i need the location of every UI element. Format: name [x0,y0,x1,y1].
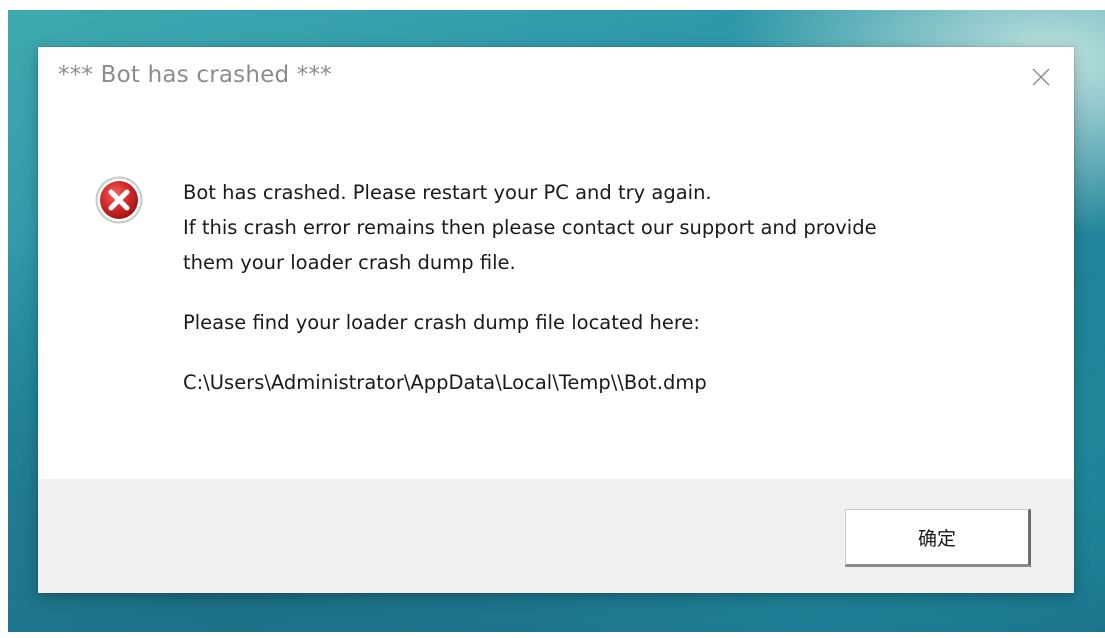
screen: *** Bot has crashed *** Bot has crashed.… [0,0,1105,638]
message-line: If this crash error remains then please … [183,216,877,239]
close-button[interactable] [1018,57,1064,97]
dialog-title: *** Bot has crashed *** [58,62,332,88]
dialog-footer: 确定 [38,479,1074,593]
error-message: Bot has crashed. Please restart your PC … [183,175,1043,400]
dialog-content: Bot has crashed. Please restart your PC … [38,105,1074,479]
location-line: Please find your loader crash dump file … [183,311,700,334]
message-line: them your loader crash dump file. [183,251,516,274]
ok-button[interactable]: 确定 [845,509,1031,567]
close-icon [1032,68,1050,86]
error-icon [95,176,143,224]
crash-dialog: *** Bot has crashed *** Bot has crashed.… [38,47,1074,593]
dialog-titlebar[interactable]: *** Bot has crashed *** [38,47,1074,105]
message-line: Bot has crashed. Please restart your PC … [183,181,712,204]
dump-file-path: C:\Users\Administrator\AppData\Local\Tem… [183,371,707,394]
